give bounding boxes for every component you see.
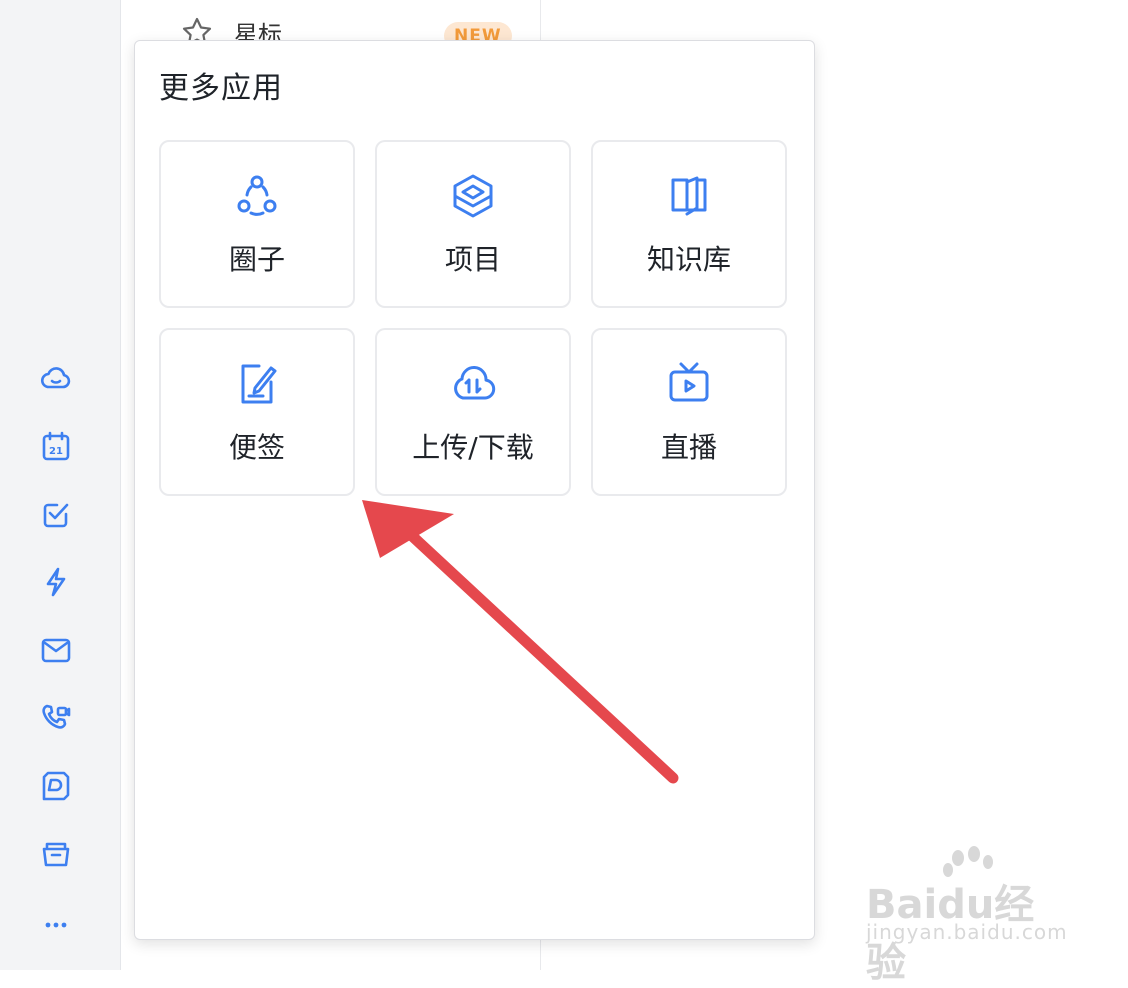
left-sidebar: 21: [0, 0, 121, 970]
project-layers-icon: [449, 172, 497, 220]
live-tv-icon: [665, 360, 713, 408]
app-label: 上传/下载: [412, 431, 534, 464]
cloud-icon[interactable]: [36, 358, 76, 398]
note-edit-icon: [233, 360, 281, 408]
app-label: 直播: [660, 431, 717, 464]
app-label: 项目: [444, 243, 501, 276]
circle-group-icon: [233, 172, 281, 220]
app-tile-live[interactable]: 直播: [591, 328, 787, 496]
calendar-icon[interactable]: 21: [36, 426, 76, 466]
app-tile-circle[interactable]: 圈子: [159, 140, 355, 308]
calendar-day-text: 21: [49, 446, 63, 457]
knowledge-book-icon: [665, 172, 713, 220]
lightning-icon[interactable]: [36, 562, 76, 602]
app-tile-notes[interactable]: 便签: [159, 328, 355, 496]
app-tile-transfer[interactable]: 上传/下载: [375, 328, 571, 496]
folder-icon[interactable]: [36, 834, 76, 874]
more-dots-icon[interactable]: [36, 902, 76, 942]
more-apps-popup: 更多应用 圈子 项目 知识库 便签 上传/下载 直播: [134, 40, 815, 940]
baidu-watermark: Baidu经验 jingyan.baidu.com: [862, 842, 1072, 986]
app-tile-project[interactable]: 项目: [375, 140, 571, 308]
app-label: 便签: [228, 431, 285, 464]
todo-check-icon[interactable]: [36, 494, 76, 534]
watermark-url: jingyan.baidu.com: [866, 920, 1068, 944]
popup-title: 更多应用: [159, 71, 283, 106]
mail-icon[interactable]: [36, 630, 76, 670]
video-call-icon[interactable]: [36, 698, 76, 738]
cloud-transfer-icon: [449, 360, 497, 408]
docs-icon[interactable]: [36, 766, 76, 806]
app-label: 圈子: [228, 243, 285, 276]
app-tile-knowledge[interactable]: 知识库: [591, 140, 787, 308]
app-label: 知识库: [646, 243, 731, 276]
